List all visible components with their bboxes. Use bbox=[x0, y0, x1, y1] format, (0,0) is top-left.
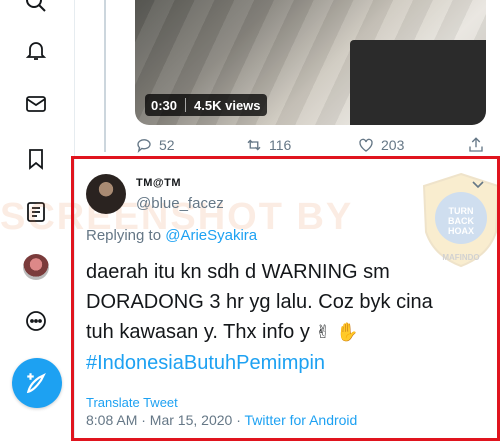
search-icon[interactable] bbox=[22, 0, 50, 16]
tweet-actions: 52 116 203 bbox=[135, 136, 490, 156]
chevron-down-icon[interactable] bbox=[470, 176, 486, 192]
like-count: 203 bbox=[381, 137, 405, 153]
reply-icon bbox=[137, 139, 151, 153]
compose-tweet-button[interactable] bbox=[12, 358, 62, 408]
hashtag-link[interactable]: #IndonesiaButuhPemimpin bbox=[86, 348, 486, 378]
replying-prefix: Replying to bbox=[86, 227, 162, 244]
reply-button[interactable]: 52 bbox=[135, 136, 175, 154]
hand-emoji: ✌ ✋ bbox=[315, 322, 359, 343]
author-username[interactable]: @blue_facez bbox=[136, 195, 224, 212]
bookmark-icon[interactable] bbox=[22, 145, 50, 173]
video-views: 4.5K views bbox=[194, 97, 261, 113]
video-frame-shadow bbox=[350, 40, 486, 125]
avatar[interactable] bbox=[23, 254, 49, 280]
tweet-line-text: tuh kawasan y. Thx info y bbox=[86, 321, 310, 343]
video-thumbnail[interactable]: 0:30 4.5K views bbox=[135, 0, 486, 125]
replying-to: Replying to @ArieSyakira bbox=[86, 227, 257, 244]
tweet-metadata: 8:08 AM · Mar 15, 2020 · Twitter for And… bbox=[86, 412, 357, 428]
badge-separator bbox=[185, 98, 187, 112]
mail-icon[interactable] bbox=[22, 90, 50, 118]
retweet-count: 116 bbox=[269, 137, 292, 153]
heart-icon bbox=[359, 138, 373, 152]
share-button[interactable] bbox=[467, 136, 485, 154]
tweet-line: DORADONG 3 hr yg lalu. Coz byk cina bbox=[86, 291, 433, 313]
author-display-name[interactable]: TM@TM bbox=[136, 177, 181, 189]
share-icon bbox=[469, 137, 483, 152]
more-icon[interactable] bbox=[22, 307, 50, 335]
replying-to-link[interactable]: @ArieSyakira bbox=[165, 227, 257, 244]
retweet-button[interactable]: 116 bbox=[245, 136, 291, 154]
tweet-line: daerah itu kn sdh d WARNING sm bbox=[86, 261, 390, 283]
author-avatar[interactable] bbox=[86, 174, 126, 214]
reply-count: 52 bbox=[159, 137, 175, 153]
bell-icon[interactable] bbox=[22, 36, 50, 64]
thread-connector bbox=[104, 0, 106, 152]
source-app-link[interactable]: Twitter for Android bbox=[245, 412, 358, 428]
retweet-icon bbox=[247, 139, 261, 151]
like-button[interactable]: 203 bbox=[357, 136, 404, 154]
tweet-line: tuh kawasan y. Thx info y ✌ ✋ bbox=[86, 317, 486, 348]
compose-tweet-icon bbox=[26, 372, 46, 394]
translate-tweet-link[interactable]: Translate Tweet bbox=[86, 395, 178, 410]
video-badge: 0:30 4.5K views bbox=[145, 94, 267, 116]
video-duration: 0:30 bbox=[151, 97, 178, 113]
tweet-body: daerah itu kn sdh d WARNING sm DORADONG … bbox=[86, 257, 486, 378]
tweet-timestamp[interactable]: 8:08 AM · Mar 15, 2020 · bbox=[86, 412, 241, 428]
